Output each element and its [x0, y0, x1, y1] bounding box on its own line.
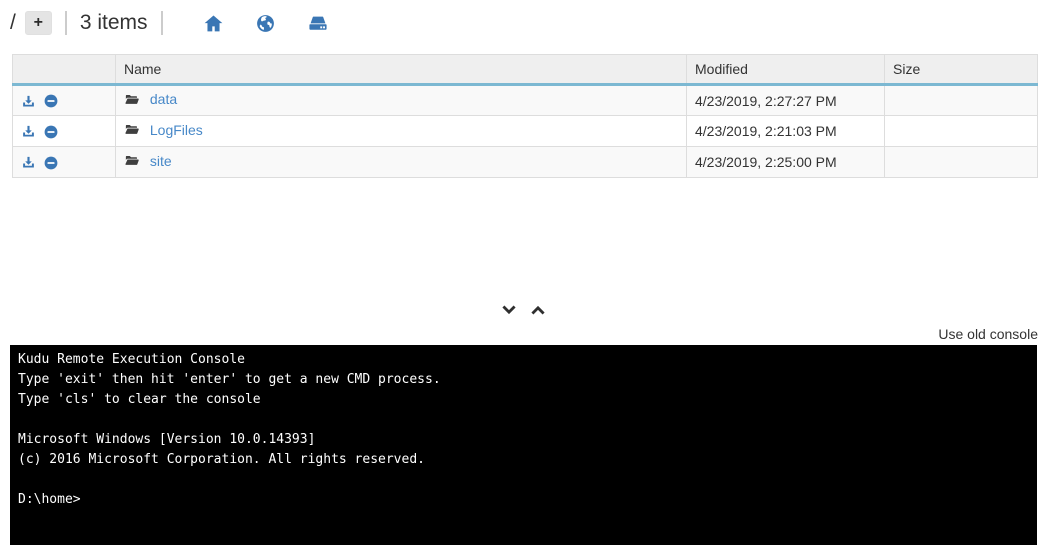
home-icon[interactable] [203, 13, 224, 34]
column-header-modified: Modified [686, 54, 885, 86]
new-item-button[interactable]: + [24, 11, 52, 35]
drive-icon[interactable] [307, 13, 329, 34]
breadcrumb-toolbar: / + 3 items [0, 0, 1047, 44]
console-line: Kudu Remote Execution Console [18, 352, 245, 367]
remote-execution-console[interactable]: Kudu Remote Execution Console Type 'exit… [10, 345, 1037, 545]
minus-circle-icon[interactable] [43, 155, 59, 171]
item-count-label: 3 items [79, 11, 148, 34]
file-listing: Name Modified Size data 4/23/2019, 2:27:… [12, 54, 1038, 178]
chevron-down-icon[interactable] [499, 300, 519, 320]
column-header-size: Size [884, 54, 1038, 86]
size-value [884, 84, 1038, 116]
modified-value: 4/23/2019, 2:21:03 PM [686, 115, 885, 147]
kudu-debug-console-page: / + 3 items Name Modified Size data 4/23… [0, 0, 1047, 560]
console-prompt: D:\home> [18, 492, 81, 507]
toolbar-divider [160, 11, 163, 35]
table-row: data 4/23/2019, 2:27:27 PM [12, 84, 1038, 116]
folder-icon [124, 153, 140, 171]
console-line: (c) 2016 Microsoft Corporation. All righ… [18, 452, 425, 467]
column-header-actions [12, 54, 116, 86]
download-icon[interactable] [21, 155, 36, 170]
console-header: Use old console [0, 322, 1047, 345]
size-value [884, 115, 1038, 147]
folder-icon [124, 122, 140, 140]
breadcrumb-root-link[interactable]: / [10, 11, 16, 35]
folder-icon [124, 92, 140, 110]
minus-circle-icon[interactable] [43, 93, 59, 109]
console-resize-controls [0, 300, 1047, 322]
table-row: site 4/23/2019, 2:25:00 PM [12, 146, 1038, 178]
globe-icon[interactable] [255, 13, 276, 34]
column-header-name: Name [115, 54, 687, 86]
console-line: Type 'cls' to clear the console [18, 392, 261, 407]
minus-circle-icon[interactable] [43, 124, 59, 140]
modified-value: 4/23/2019, 2:27:27 PM [686, 84, 885, 116]
toolbar-icon-group [203, 13, 329, 34]
download-icon[interactable] [21, 124, 36, 139]
folder-link[interactable]: site [150, 153, 172, 169]
use-old-console-link[interactable]: Use old console [938, 326, 1038, 342]
folder-link[interactable]: data [150, 91, 177, 107]
console-line: Type 'exit' then hit 'enter' to get a ne… [18, 372, 441, 387]
size-value [884, 146, 1038, 178]
modified-value: 4/23/2019, 2:25:00 PM [686, 146, 885, 178]
chevron-up-icon[interactable] [528, 300, 548, 320]
table-header-row: Name Modified Size [12, 54, 1038, 86]
console-line: Microsoft Windows [Version 10.0.14393] [18, 432, 316, 447]
toolbar-divider [64, 11, 67, 35]
table-row: LogFiles 4/23/2019, 2:21:03 PM [12, 115, 1038, 147]
download-icon[interactable] [21, 94, 36, 109]
folder-link[interactable]: LogFiles [150, 122, 203, 138]
